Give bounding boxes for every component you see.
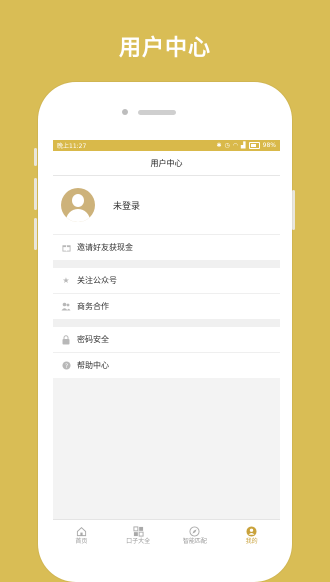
page-title: 用户中心 [150,158,183,168]
menu-item-follow-account[interactable]: ★ 关注公众号 [53,268,280,294]
section-divider [53,319,280,327]
phone-mute-switch [34,148,37,166]
menu-group-support: 密码安全 ? 帮助中心 [53,327,280,378]
user-profile-header[interactable]: 未登录 [53,176,280,235]
compass-icon [189,525,200,537]
status-bar: 晚上11:27 ✱ ◷ ◠ ▟ 98% [53,140,280,151]
profile-icon [246,525,257,537]
app-screen: 晚上11:27 ✱ ◷ ◠ ▟ 98% 用户中心 未登录 邀请好友获现金 ★ 关… [53,140,280,550]
avatar-body-icon [66,209,90,222]
phone-power-button [292,190,295,230]
people-icon [61,302,71,312]
wifi-icon: ◠ [232,142,239,149]
battery-icon [248,142,260,149]
menu-item-help-center[interactable]: ? 帮助中心 [53,353,280,378]
login-status[interactable]: 未登录 [113,199,140,212]
menu-item-label: 商务合作 [77,302,109,311]
gift-icon [61,243,71,253]
svg-text:?: ? [64,363,67,370]
tab-label: 智能匹配 [182,537,207,545]
phone-speaker [138,110,176,115]
help-icon: ? [61,361,71,371]
menu-item-invite[interactable]: 邀请好友获现金 [53,235,280,260]
tab-label: 首页 [75,537,88,545]
phone-volume-down [34,218,37,250]
menu-item-business[interactable]: 商务合作 [53,294,280,319]
bluetooth-icon: ✱ [216,142,222,149]
menu-group-invite: 邀请好友获现金 [53,235,280,260]
menu-group-social: ★ 关注公众号 商务合作 [53,268,280,319]
tab-label: 我的 [245,537,258,545]
menu-item-password-security[interactable]: 密码安全 [53,327,280,353]
tab-loan-directory[interactable]: 口子大全 [110,520,167,550]
phone-camera [122,109,128,115]
alarm-icon: ◷ [224,142,230,149]
avatar-head-icon [72,194,84,207]
home-icon [76,526,87,537]
nav-bar: 用户中心 [53,151,280,176]
menu-item-label: 关注公众号 [77,276,117,285]
bottom-tab-bar: 首页 口子大全 智能匹配 我的 [53,519,280,550]
battery-level: 98% [262,142,276,149]
menu-item-label: 帮助中心 [77,361,109,370]
promo-title: 用户中心 [118,36,211,61]
menu-item-label: 邀请好友获现金 [77,243,133,252]
tab-mine[interactable]: 我的 [223,520,280,550]
tab-smart-match[interactable]: 智能匹配 [167,520,224,550]
lock-icon [61,334,71,345]
status-icons: ✱ ◷ ◠ ▟ 98% [216,142,276,149]
signal-icon: ▟ [241,142,246,149]
avatar[interactable] [61,188,95,222]
star-icon: ★ [62,276,70,285]
menu-item-label: 密码安全 [77,335,109,344]
status-time: 晚上11:27 [57,143,87,150]
phone-volume-up [34,178,37,210]
section-divider [53,260,280,268]
tab-label: 口子大全 [126,537,151,545]
tab-home[interactable]: 首页 [53,520,110,550]
grid-icon [133,525,144,537]
